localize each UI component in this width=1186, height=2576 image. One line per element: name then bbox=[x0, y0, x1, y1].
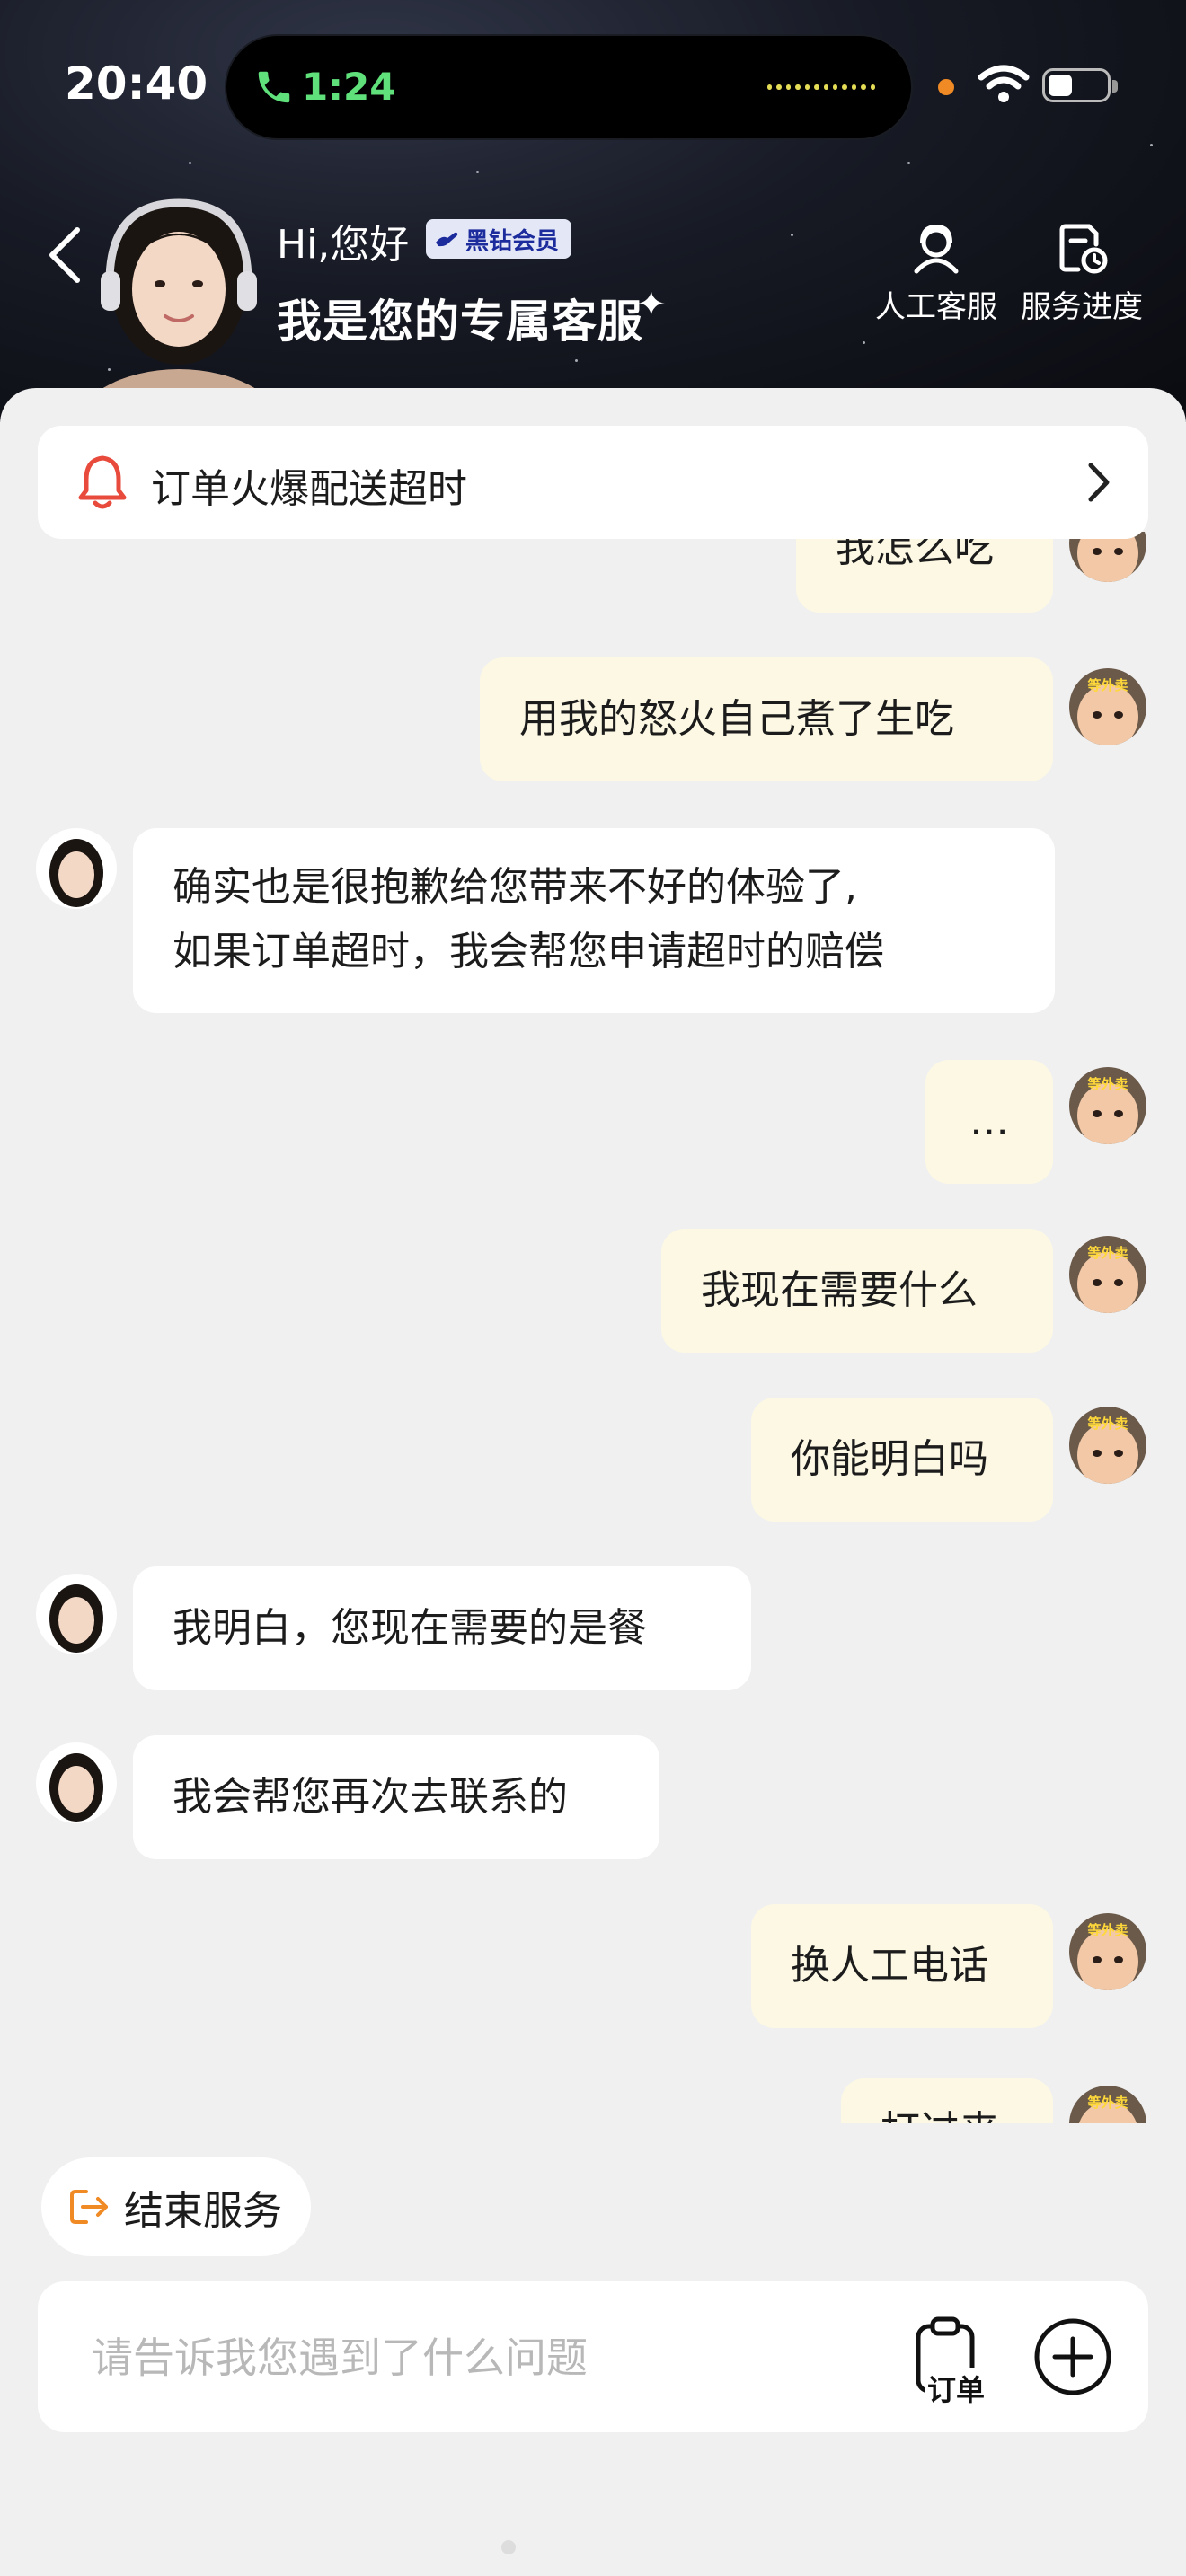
plus-circle-icon[interactable] bbox=[1030, 2314, 1116, 2400]
call-duration: 1:24 bbox=[302, 65, 396, 109]
agent-avatar-image bbox=[36, 1574, 117, 1654]
user-avatar[interactable]: 等外卖 bbox=[1069, 1407, 1146, 1484]
message-text: 我明白，您现在需要的是餐 bbox=[173, 1605, 647, 1651]
message-text: 我会帮您再次去联系的 bbox=[173, 1774, 568, 1820]
human-service-button[interactable]: 人工客服 bbox=[864, 219, 1008, 326]
home-indicator bbox=[501, 2540, 516, 2554]
user-avatar-image: 等外卖 bbox=[1069, 1913, 1146, 1990]
user-avatar[interactable]: 等外卖 bbox=[1069, 1913, 1146, 1990]
avatar-caption: 等外卖 bbox=[1087, 677, 1128, 693]
user-avatar-image: 等外卖 bbox=[1069, 1067, 1146, 1144]
battery-icon bbox=[1042, 68, 1118, 102]
vip-badge: 黑钻会员 bbox=[426, 219, 572, 259]
page-title: 我是您的专属客服 bbox=[277, 296, 643, 348]
agent-avatar[interactable] bbox=[36, 828, 117, 909]
message-bubble-user[interactable]: 打过来 bbox=[841, 2078, 1053, 2123]
user-avatar-image: 等外卖 bbox=[1069, 1236, 1146, 1313]
message-bubble-agent[interactable]: 我明白，您现在需要的是餐 bbox=[133, 1566, 751, 1690]
avatar-caption: 等外卖 bbox=[1087, 2095, 1128, 2111]
headset-agent-icon bbox=[914, 224, 959, 274]
vip-badge-label: 黑钻会员 bbox=[465, 227, 560, 255]
human-service-label: 人工客服 bbox=[875, 289, 997, 325]
message-input[interactable] bbox=[90, 2317, 884, 2398]
greeting-text: Hi,您好 bbox=[277, 222, 410, 268]
message-bubble-user[interactable]: 换人工电话 bbox=[751, 1904, 1053, 2028]
status-bar-time: 20:40 bbox=[65, 57, 208, 110]
exit-icon bbox=[70, 2190, 108, 2224]
message-bubble-agent[interactable]: 确实也是很抱歉给您带来不好的体验了, 如果订单超时，我会帮您申请超时的赔偿 bbox=[133, 828, 1055, 1013]
user-avatar[interactable]: 等外卖 bbox=[1069, 532, 1146, 582]
message-text: 用我的怒火自己煮了生吃 bbox=[519, 696, 954, 742]
message-bubble-user[interactable]: 我现在需要什么 bbox=[661, 1229, 1053, 1353]
call-indicator[interactable]: 1:24 bbox=[226, 36, 911, 138]
message-bubble-user[interactable]: 你能明白吗 bbox=[751, 1398, 1053, 1522]
message-bubble-user[interactable]: … bbox=[925, 1060, 1053, 1184]
chevron-right-icon bbox=[1088, 463, 1110, 502]
message-text-line: 确实也是很抱歉给您带来不好的体验了, bbox=[173, 864, 857, 910]
message-bubble-user[interactable]: 我怎么吃 bbox=[796, 532, 1053, 613]
wifi-icon bbox=[978, 65, 1030, 102]
phone-icon bbox=[258, 71, 290, 103]
message-text-line: 如果订单超时，我会帮您申请超时的赔偿 bbox=[173, 929, 884, 975]
agent-avatar-image bbox=[36, 828, 117, 909]
user-avatar-image: 等外卖 bbox=[1069, 668, 1146, 745]
vip-hand-icon bbox=[436, 232, 458, 247]
agent-avatar[interactable] bbox=[36, 1742, 117, 1823]
bell-icon bbox=[78, 455, 127, 509]
end-service-label: 结束服务 bbox=[124, 2188, 282, 2234]
message-text: 你能明白吗 bbox=[791, 1436, 988, 1482]
message-text: 我现在需要什么 bbox=[701, 1267, 978, 1313]
message-bubble-agent[interactable]: 我会帮您再次去联系的 bbox=[133, 1735, 659, 1859]
notice-text: 订单火爆配送超时 bbox=[151, 466, 467, 512]
message-text: 我怎么吃 bbox=[836, 532, 994, 571]
chat-messages[interactable]: 我怎么吃 等外卖 用我的怒火自己煮了生吃 等外卖 确实也是很抱歉 bbox=[0, 532, 1186, 1610]
service-progress-label: 服务进度 bbox=[1021, 289, 1143, 325]
avatar-caption: 等外卖 bbox=[1087, 1416, 1128, 1432]
message-text: 打过来 bbox=[881, 2100, 999, 2123]
user-avatar[interactable]: 等外卖 bbox=[1069, 2086, 1146, 2123]
avatar-caption: 等外卖 bbox=[1087, 1922, 1128, 1938]
message-text: 换人工电话 bbox=[791, 1943, 988, 1989]
notice-bar[interactable]: 订单火爆配送超时 bbox=[38, 426, 1148, 539]
order-button[interactable]: 订单 bbox=[902, 2314, 999, 2409]
input-bar: 订单 bbox=[38, 2281, 1148, 2432]
agent-portrait bbox=[77, 198, 280, 424]
avatar-caption: 等外卖 bbox=[1087, 1245, 1128, 1261]
agent-avatar-image bbox=[36, 1742, 117, 1823]
message-bubble-user[interactable]: 用我的怒火自己煮了生吃 bbox=[480, 657, 1053, 781]
message-text: … bbox=[969, 1098, 1009, 1144]
audio-wave bbox=[767, 84, 876, 92]
end-service-button[interactable]: 结束服务 bbox=[41, 2157, 311, 2256]
user-avatar-image: 等外卖 bbox=[1069, 1407, 1146, 1484]
avatar-caption: 等外卖 bbox=[1087, 1076, 1128, 1092]
order-button-label: 订单 bbox=[925, 2368, 987, 2409]
user-avatar[interactable]: 等外卖 bbox=[1069, 668, 1146, 745]
chat-clip-bottom: 打过来 等外卖 bbox=[0, 2066, 1186, 2123]
progress-clock-icon bbox=[1059, 224, 1108, 274]
user-avatar[interactable]: 等外卖 bbox=[1069, 1067, 1146, 1144]
mic-indicator-dot bbox=[938, 79, 954, 95]
user-avatar-image: 等外卖 bbox=[1069, 532, 1146, 582]
user-avatar-image: 等外卖 bbox=[1069, 2086, 1146, 2123]
agent-avatar[interactable] bbox=[36, 1574, 117, 1654]
user-avatar[interactable]: 等外卖 bbox=[1069, 1236, 1146, 1313]
sparkle-icon: ✦ bbox=[636, 284, 667, 325]
service-progress-button[interactable]: 服务进度 bbox=[1010, 219, 1154, 326]
